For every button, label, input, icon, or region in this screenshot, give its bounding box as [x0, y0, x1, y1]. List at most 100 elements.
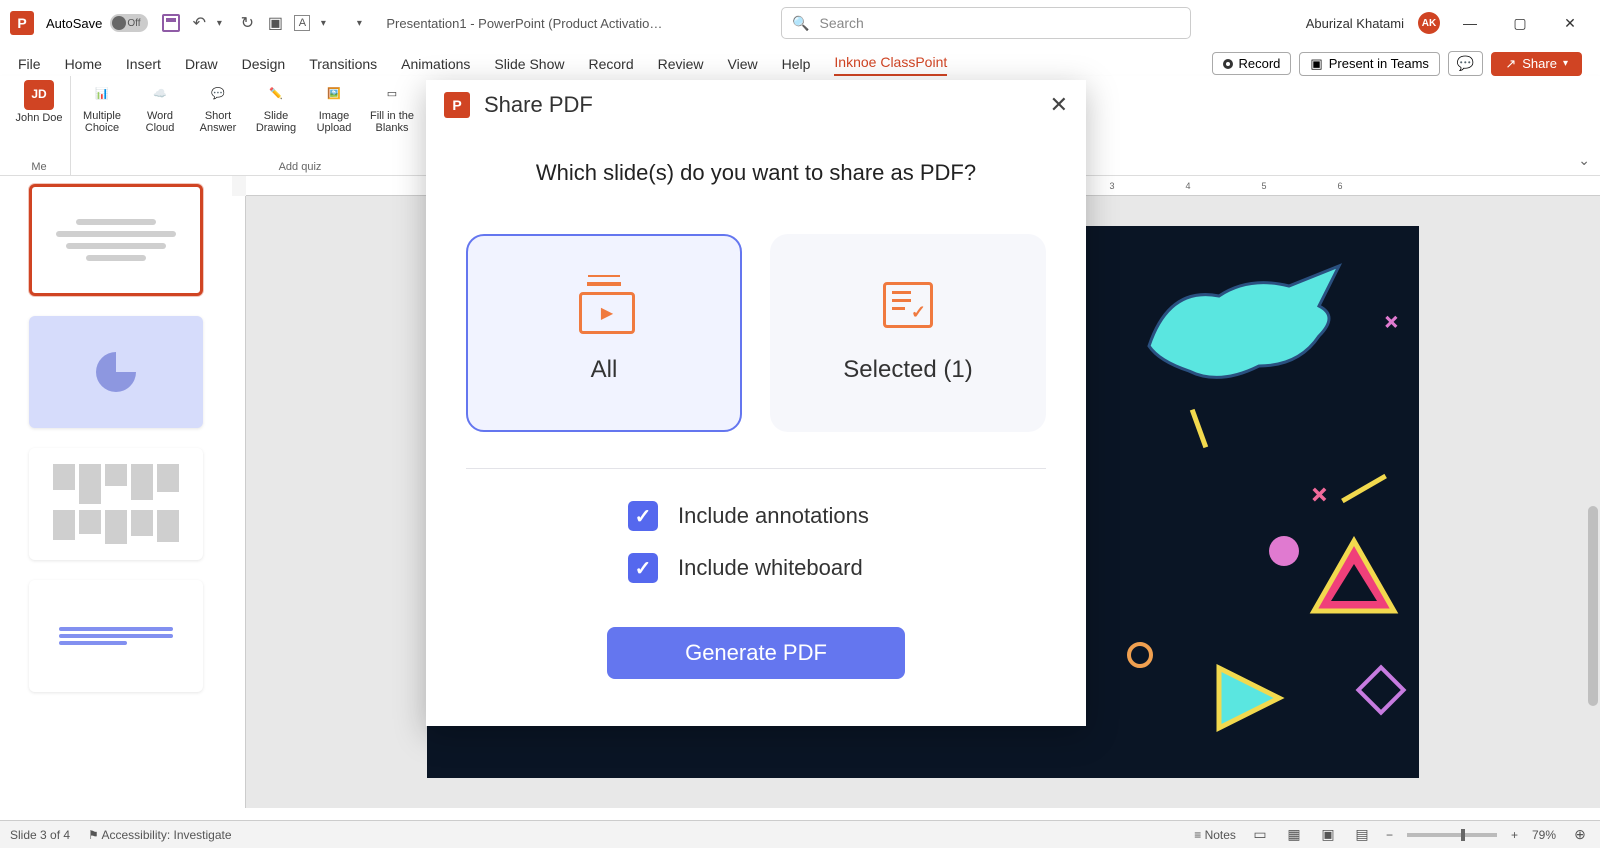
thumbnail-4[interactable]: [29, 580, 203, 692]
generate-pdf-button[interactable]: Generate PDF: [607, 627, 905, 679]
quiz-mc-button[interactable]: 📊Multiple Choice: [77, 80, 127, 134]
reading-view-icon[interactable]: ▣: [1318, 825, 1338, 845]
share-button[interactable]: ↗Share▾: [1491, 52, 1582, 76]
redo-icon[interactable]: ↻: [238, 14, 256, 32]
slideshow-view-icon[interactable]: ▤: [1352, 825, 1372, 845]
zoom-out-button[interactable]: −: [1386, 828, 1393, 842]
autosave-toggle[interactable]: Off: [110, 14, 148, 32]
option-selected-slides[interactable]: Selected (1): [770, 234, 1046, 432]
thumbnail-1[interactable]: [29, 184, 203, 296]
include-whiteboard-checkbox[interactable]: ✓ Include whiteboard: [628, 553, 863, 583]
dialog-close-button[interactable]: ✕: [1050, 92, 1068, 118]
circle-shape-icon: [1269, 536, 1299, 566]
close-button[interactable]: ✕: [1550, 8, 1590, 38]
quiz-wordcloud-button[interactable]: ☁️Word Cloud: [135, 80, 185, 134]
fit-window-button[interactable]: ⊕: [1570, 825, 1590, 845]
slide-counter: Slide 3 of 4: [10, 828, 70, 842]
undo-drop-icon[interactable]: ▾: [210, 14, 228, 32]
search-placeholder: Search: [819, 15, 863, 31]
qat-customize-icon[interactable]: ▾: [350, 14, 368, 32]
bird-shape-icon: [1139, 256, 1349, 406]
dialog-question: Which slide(s) do you want to share as P…: [426, 160, 1086, 186]
font-icon[interactable]: A: [294, 15, 310, 31]
selected-slides-icon: [883, 282, 933, 328]
share-pdf-dialog: P Share PDF ✕ Which slide(s) do you want…: [426, 80, 1086, 726]
normal-view-icon[interactable]: ▭: [1250, 825, 1270, 845]
zoom-slider[interactable]: [1407, 833, 1497, 837]
dialog-app-icon: P: [444, 92, 470, 118]
diamond-shape-icon: [1356, 665, 1407, 716]
tab-classpoint[interactable]: Inknoe ClassPoint: [834, 50, 947, 76]
line-shape-icon: [1341, 474, 1387, 503]
share-drop-icon: ▾: [1563, 58, 1568, 69]
checkbox-checked-icon: ✓: [628, 553, 658, 583]
tab-record[interactable]: Record: [588, 52, 633, 76]
avatar[interactable]: AK: [1418, 12, 1440, 34]
save-icon[interactable]: [162, 14, 180, 32]
search-input[interactable]: 🔍 Search: [781, 7, 1191, 39]
collapse-ribbon-button[interactable]: ⌄: [1578, 152, 1590, 169]
tab-home[interactable]: Home: [65, 52, 102, 76]
undo-icon[interactable]: ↶: [190, 14, 208, 32]
x-shape-icon: +: [1374, 305, 1408, 339]
option-all-slides[interactable]: All: [466, 234, 742, 432]
user-badge-icon: JD: [24, 80, 54, 110]
notes-button[interactable]: ≡ Notes: [1194, 828, 1236, 842]
quiz-fillblanks-button[interactable]: ▭Fill in the Blanks: [367, 80, 417, 134]
tab-view[interactable]: View: [728, 52, 758, 76]
record-dot-icon: [1223, 59, 1233, 69]
tab-file[interactable]: File: [18, 52, 41, 76]
x-shape-icon: +: [1300, 475, 1339, 514]
tab-help[interactable]: Help: [782, 52, 811, 76]
blanks-icon: ▭: [378, 80, 406, 108]
thumbnail-3[interactable]: [29, 448, 203, 560]
zoom-in-button[interactable]: +: [1511, 828, 1518, 842]
present-teams-button[interactable]: ▣Present in Teams: [1299, 52, 1440, 76]
speech-icon: 💬: [204, 80, 232, 108]
line-shape-icon: [1190, 409, 1208, 448]
cloud-icon: ☁️: [146, 80, 174, 108]
tab-animations[interactable]: Animations: [401, 52, 470, 76]
thumbnail-2[interactable]: [29, 316, 203, 428]
dialog-title: Share PDF: [484, 92, 593, 118]
include-annotations-checkbox[interactable]: ✓ Include annotations: [628, 501, 869, 531]
tab-slideshow[interactable]: Slide Show: [494, 52, 564, 76]
quiz-slidedraw-button[interactable]: ✏️Slide Drawing: [251, 80, 301, 134]
minimize-button[interactable]: ―: [1450, 8, 1490, 38]
accessibility-status[interactable]: ⚑ Accessibility: Investigate: [88, 828, 232, 842]
maximize-button[interactable]: ▢: [1500, 8, 1540, 38]
teams-icon: ▣: [1310, 56, 1322, 72]
tab-insert[interactable]: Insert: [126, 52, 161, 76]
share-icon: ↗: [1505, 56, 1516, 72]
autosave-label: AutoSave: [46, 16, 102, 31]
tab-draw[interactable]: Draw: [185, 52, 218, 76]
comments-button[interactable]: 💬: [1448, 51, 1483, 76]
quiz-shortanswer-button[interactable]: 💬Short Answer: [193, 80, 243, 134]
vertical-scrollbar[interactable]: [1588, 506, 1598, 706]
triangle-play-icon: [1209, 658, 1289, 738]
quiz-imageupload-button[interactable]: 🖼️Image Upload: [309, 80, 359, 134]
zoom-percent[interactable]: 79%: [1532, 828, 1556, 842]
tab-review[interactable]: Review: [658, 52, 704, 76]
document-title: Presentation1 - PowerPoint (Product Acti…: [386, 16, 666, 31]
draw-icon: ✏️: [262, 80, 290, 108]
font-drop-icon[interactable]: ▾: [314, 14, 332, 32]
present-icon[interactable]: ▣: [266, 14, 284, 32]
accessibility-icon: ⚑: [88, 828, 101, 842]
vertical-ruler: [232, 196, 246, 808]
all-slides-icon: [579, 282, 629, 328]
status-bar: Slide 3 of 4 ⚑ Accessibility: Investigat…: [0, 820, 1600, 848]
slide-thumbnails: [0, 176, 232, 808]
group-me-label: Me: [14, 161, 64, 173]
dialog-divider: [466, 468, 1046, 469]
checkbox-checked-icon: ✓: [628, 501, 658, 531]
record-button[interactable]: Record: [1212, 52, 1292, 75]
triangle-shape-icon: [1309, 536, 1399, 626]
app-icon: P: [10, 11, 34, 35]
tab-design[interactable]: Design: [242, 52, 286, 76]
me-user-button[interactable]: JD John Doe: [14, 80, 64, 124]
ring-shape-icon: [1127, 642, 1153, 668]
username-label[interactable]: Aburizal Khatami: [1306, 16, 1404, 31]
sorter-view-icon[interactable]: ▦: [1284, 825, 1304, 845]
tab-transitions[interactable]: Transitions: [309, 52, 377, 76]
